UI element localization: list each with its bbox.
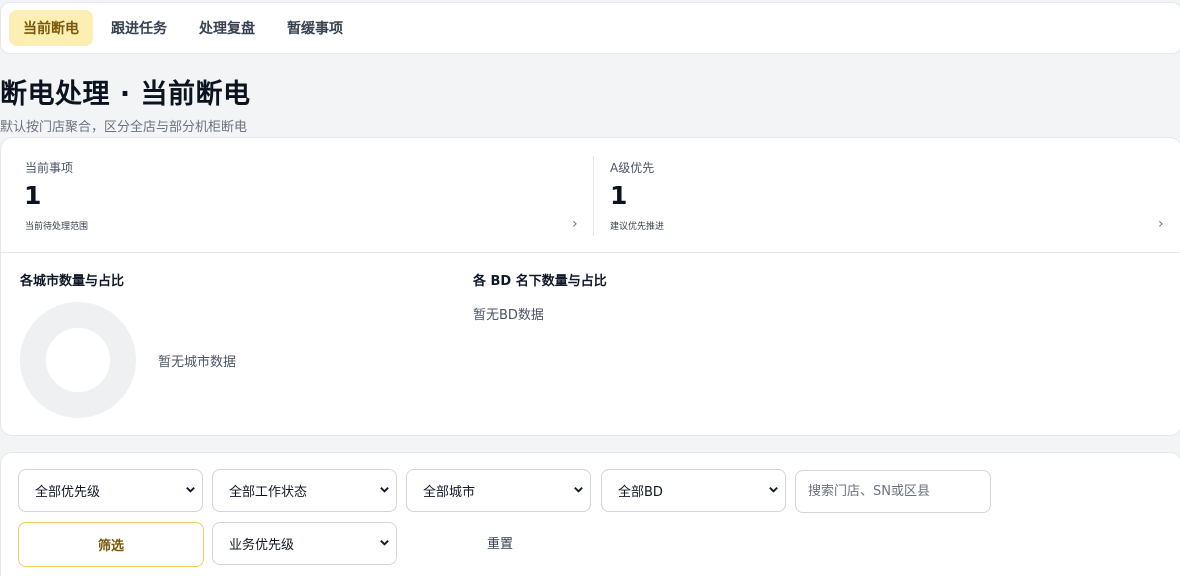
work-status-select[interactable]: 全部工作状态 — [212, 469, 397, 512]
stats-card: 当前事项 1 当前待处理范围 › A级优先 1 建议优先推进 › 各城市数量与占… — [0, 137, 1180, 436]
chevron-down-icon — [574, 487, 583, 493]
stat-note: 建议优先推进 — [610, 222, 665, 232]
tab-deferred-items[interactable]: 暂缓事项 — [273, 10, 357, 46]
page-title: 断电处理 · 当前断电 — [0, 79, 251, 110]
city-section-title: 各城市数量与占比 — [20, 274, 125, 289]
page-subtitle: 默认按门店聚合，区分全店与部分机柜断电 — [0, 120, 248, 135]
stat-note: 当前待处理范围 — [25, 222, 89, 232]
city-select[interactable]: 全部城市 — [406, 469, 591, 512]
bd-select[interactable]: 全部BD — [601, 469, 786, 512]
bd-empty-text: 暂无BD数据 — [473, 308, 544, 323]
business-priority-select[interactable]: 业务优先级 — [212, 522, 397, 565]
donut-chart-placeholder — [20, 302, 136, 418]
filter-card: 全部优先级 全部工作状态 全部城市 全部BD 筛选 业务优先级 重置 — [0, 452, 1180, 576]
chevron-right-icon: › — [1158, 216, 1164, 232]
chevron-right-icon: › — [572, 216, 578, 232]
stat-label: 当前事项 — [25, 161, 74, 175]
search-input[interactable] — [795, 470, 991, 513]
chevron-down-icon — [186, 487, 195, 493]
priority-select-value: 全部优先级 — [35, 485, 101, 500]
city-empty-text: 暂无城市数据 — [158, 355, 237, 370]
stat-a-priority[interactable]: A级优先 1 建议优先推进 › — [593, 156, 1180, 236]
stat-label: A级优先 — [610, 161, 655, 175]
business-priority-select-value: 业务优先级 — [229, 538, 295, 553]
stat-value: 1 — [24, 181, 42, 210]
tab-bar: 当前断电 跟进任务 处理复盘 暂缓事项 — [0, 2, 1180, 54]
filter-button[interactable]: 筛选 — [18, 522, 204, 567]
reset-button[interactable]: 重置 — [453, 533, 547, 555]
work-status-select-value: 全部工作状态 — [229, 485, 308, 500]
tab-handling-review[interactable]: 处理复盘 — [185, 10, 269, 46]
stat-current-items[interactable]: 当前事项 1 当前待处理范围 › — [1, 138, 593, 253]
tab-current-outage[interactable]: 当前断电 — [9, 10, 93, 46]
chevron-down-icon — [380, 540, 389, 546]
chevron-down-icon — [769, 487, 778, 493]
city-select-value: 全部城市 — [423, 485, 476, 500]
bd-section-title: 各 BD 名下数量与占比 — [473, 274, 607, 289]
priority-select[interactable]: 全部优先级 — [18, 469, 203, 512]
bd-select-value: 全部BD — [618, 485, 663, 500]
tab-follow-up-tasks[interactable]: 跟进任务 — [97, 10, 181, 46]
divider — [1, 252, 1180, 253]
chevron-down-icon — [380, 487, 389, 493]
stat-value: 1 — [610, 181, 628, 210]
